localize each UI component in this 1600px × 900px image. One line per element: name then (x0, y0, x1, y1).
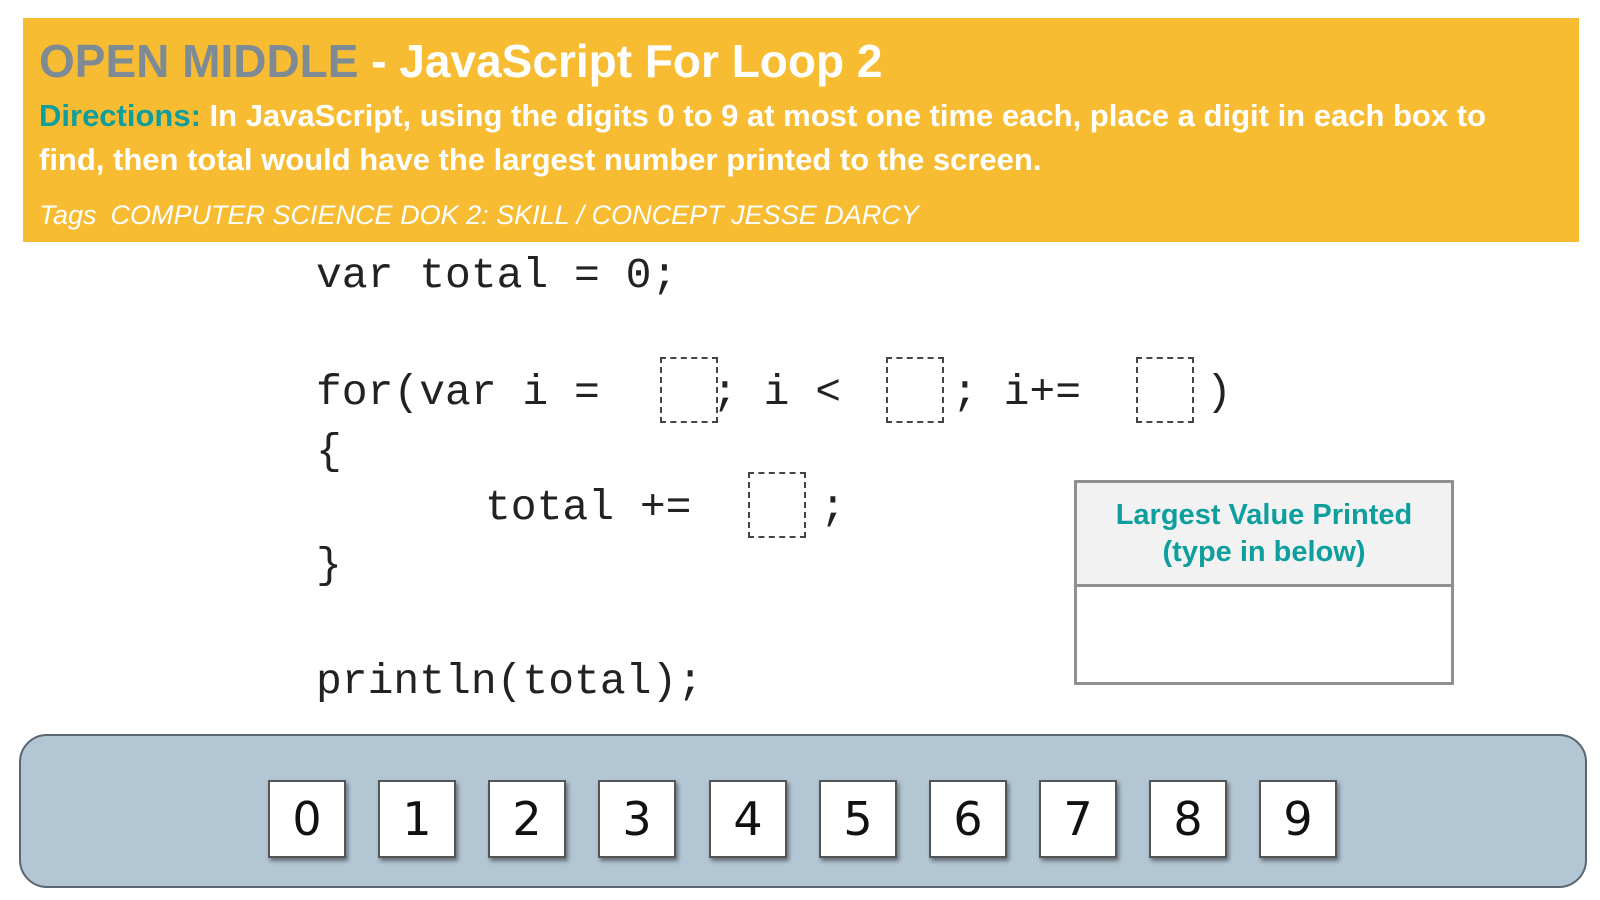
title-suffix: - JavaScript For Loop 2 (358, 35, 883, 87)
digit-tile-7[interactable]: 7 (1039, 780, 1117, 858)
answer-box: Largest Value Printed (type in below) (1074, 480, 1454, 685)
code-for-start: for(var i = (316, 368, 600, 417)
answer-slot-limit[interactable] (886, 357, 944, 423)
digit-tile-3[interactable]: 3 (598, 780, 676, 858)
digit-tile-5[interactable]: 5 (819, 780, 897, 858)
digit-tile-8[interactable]: 8 (1149, 780, 1227, 858)
code-semicolon: ; (820, 483, 846, 532)
page-title: OPEN MIDDLE - JavaScript For Loop 2 (39, 38, 882, 84)
digit-tile-9[interactable]: 9 (1259, 780, 1337, 858)
digit-tile-6[interactable]: 6 (929, 780, 1007, 858)
tags: Tags COMPUTER SCIENCE DOK 2: SKILL / CONC… (39, 200, 919, 231)
answer-header-line2: (type in below) (1162, 535, 1366, 568)
largest-value-input[interactable] (1077, 587, 1451, 682)
digit-tile-4[interactable]: 4 (709, 780, 787, 858)
digit-tile-1[interactable]: 1 (378, 780, 456, 858)
code-for-incr: ; i+= (952, 368, 1082, 417)
code-for-cond: ; i < (712, 368, 842, 417)
code-brace-open: { (316, 427, 342, 476)
code-println: println(total); (316, 657, 704, 706)
digit-tile-0[interactable]: 0 (268, 780, 346, 858)
answer-slot-step[interactable] (1136, 357, 1194, 423)
code-brace-close: } (316, 541, 342, 590)
answer-header-line1: Largest Value Printed (1115, 498, 1413, 531)
title-prefix: OPEN MIDDLE (39, 35, 359, 87)
directions-text: In JavaScript, using the digits 0 to 9 a… (39, 98, 1486, 177)
tags-label: Tags (39, 200, 97, 230)
code-for-close: ) (1206, 368, 1232, 417)
code-line-var-total: var total = 0; (316, 251, 678, 300)
directions-label: Directions: (39, 98, 201, 133)
header-banner: OPEN MIDDLE - JavaScript For Loop 2 Dire… (23, 18, 1579, 242)
digit-tile-2[interactable]: 2 (488, 780, 566, 858)
digit-tray: 0 1 2 3 4 5 6 7 8 9 (19, 734, 1587, 888)
answer-header: Largest Value Printed (type in below) (1077, 483, 1451, 587)
answer-slot-addend[interactable] (748, 472, 806, 538)
directions: Directions: In JavaScript, using the dig… (39, 94, 1539, 182)
code-total-stmt: total += (485, 483, 692, 532)
tags-text: COMPUTER SCIENCE DOK 2: SKILL / CONCEPT … (110, 200, 919, 230)
answer-slot-start[interactable] (660, 357, 718, 423)
